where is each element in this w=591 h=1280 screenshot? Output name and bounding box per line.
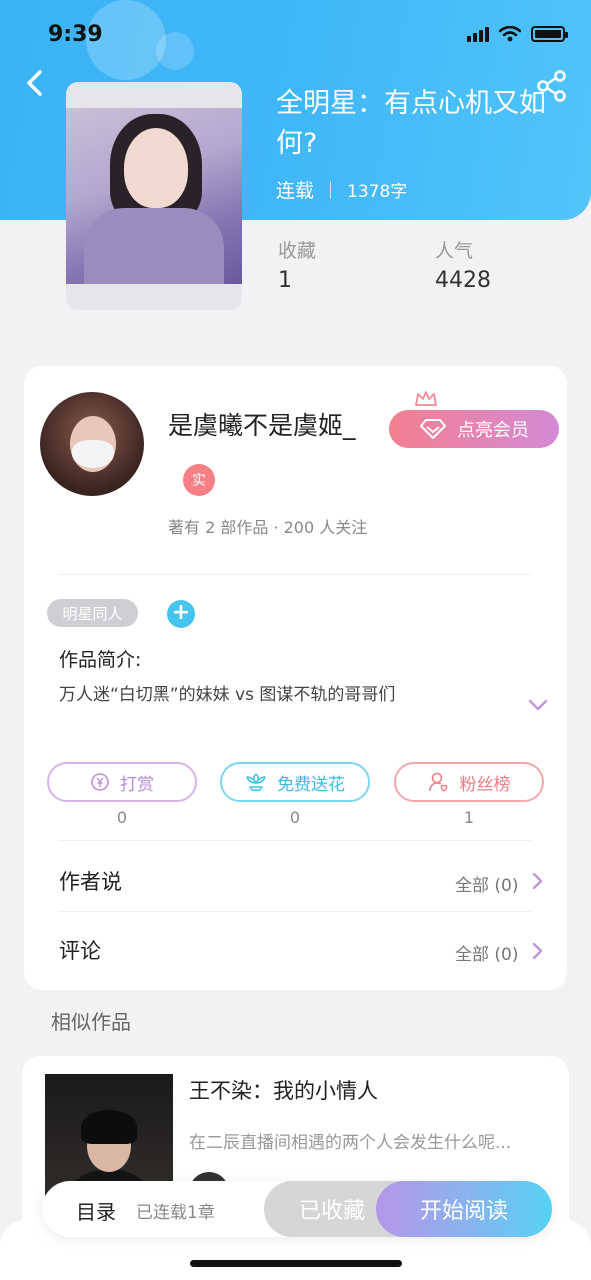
signal-icon	[467, 26, 489, 42]
decor-bubble	[156, 32, 194, 70]
fan-ranking-button[interactable]: 粉丝榜	[394, 762, 544, 802]
book-title: 全明星：有点心机又如何?	[276, 88, 546, 159]
intro-label: 作品简介:	[59, 649, 142, 671]
book-cover	[66, 82, 242, 310]
stat-label-favorites: 收藏	[278, 240, 317, 262]
chevron-right-icon[interactable]	[531, 942, 543, 960]
comments-label[interactable]: 评论	[59, 935, 101, 965]
tip-button[interactable]: 打赏	[47, 762, 197, 802]
status-icons	[467, 26, 568, 42]
author-says-count[interactable]: 全部 (0)	[455, 871, 518, 896]
meta-separator	[330, 180, 332, 199]
fan-user-icon	[428, 772, 447, 792]
flower-count: 0	[289, 808, 301, 827]
status-time: 9:39	[48, 22, 103, 47]
send-flower-label: 免费送花	[277, 774, 345, 795]
battery-icon	[531, 26, 568, 42]
start-reading-label: 开始阅读	[419, 1199, 508, 1224]
flower-icon	[246, 773, 266, 791]
send-flower-button[interactable]: 免费送花	[220, 762, 370, 802]
verified-badge: 实	[183, 464, 215, 496]
tip-count: 0	[116, 808, 128, 827]
intro-text: 万人迷“白切黑”的妹妹 vs 图谋不轨的哥哥们	[59, 685, 396, 705]
genre-tag[interactable]: 明星同人	[47, 599, 138, 627]
home-indicator	[190, 1260, 402, 1267]
fan-count: 1	[463, 808, 475, 827]
yen-coin-icon	[91, 773, 109, 791]
similar-work-desc: 在二辰直播间相遇的两个人会发生什么呢...	[189, 1133, 512, 1153]
chevron-down-icon[interactable]	[528, 698, 548, 712]
start-reading-button[interactable]: 开始阅读	[376, 1181, 552, 1237]
stat-value-popularity: 4428	[435, 268, 491, 293]
stat-label-popularity: 人气	[435, 240, 474, 262]
chevron-right-icon[interactable]	[531, 872, 543, 890]
toc-chapter-count[interactable]: 已连载1章	[136, 1198, 215, 1223]
vip-button[interactable]: 点亮会员	[389, 410, 559, 448]
author-name[interactable]: 是虞曦不是虞姬_	[168, 406, 356, 442]
book-meta: 连载 1378字	[276, 176, 407, 203]
author-avatar[interactable]	[40, 392, 144, 496]
comments-count[interactable]: 全部 (0)	[455, 940, 518, 965]
wifi-icon	[499, 26, 521, 42]
collected-label: 已收藏	[298, 1199, 365, 1224]
add-tag-button[interactable]: +	[167, 600, 195, 628]
word-count: 1378字	[347, 182, 408, 202]
tip-label: 打赏	[120, 774, 154, 795]
author-says-label[interactable]: 作者说	[59, 866, 122, 896]
toc-button[interactable]: 目录	[76, 1196, 116, 1225]
diamond-icon	[420, 419, 446, 439]
stat-value-favorites: 1	[278, 268, 292, 293]
divider	[59, 574, 531, 575]
book-status: 连载	[276, 180, 315, 202]
vip-button-label: 点亮会员	[457, 420, 529, 441]
author-meta: 著有 2 部作品 · 200 人关注	[168, 518, 368, 537]
similar-work-title[interactable]: 王不染：我的小情人	[189, 1075, 378, 1105]
cover-image	[66, 108, 242, 284]
fan-ranking-label: 粉丝榜	[459, 774, 511, 795]
divider	[59, 911, 531, 912]
similar-works-title: 相似作品	[51, 1010, 131, 1034]
divider	[59, 840, 531, 841]
crown-icon	[415, 391, 437, 406]
back-arrow-icon[interactable]	[22, 66, 48, 100]
